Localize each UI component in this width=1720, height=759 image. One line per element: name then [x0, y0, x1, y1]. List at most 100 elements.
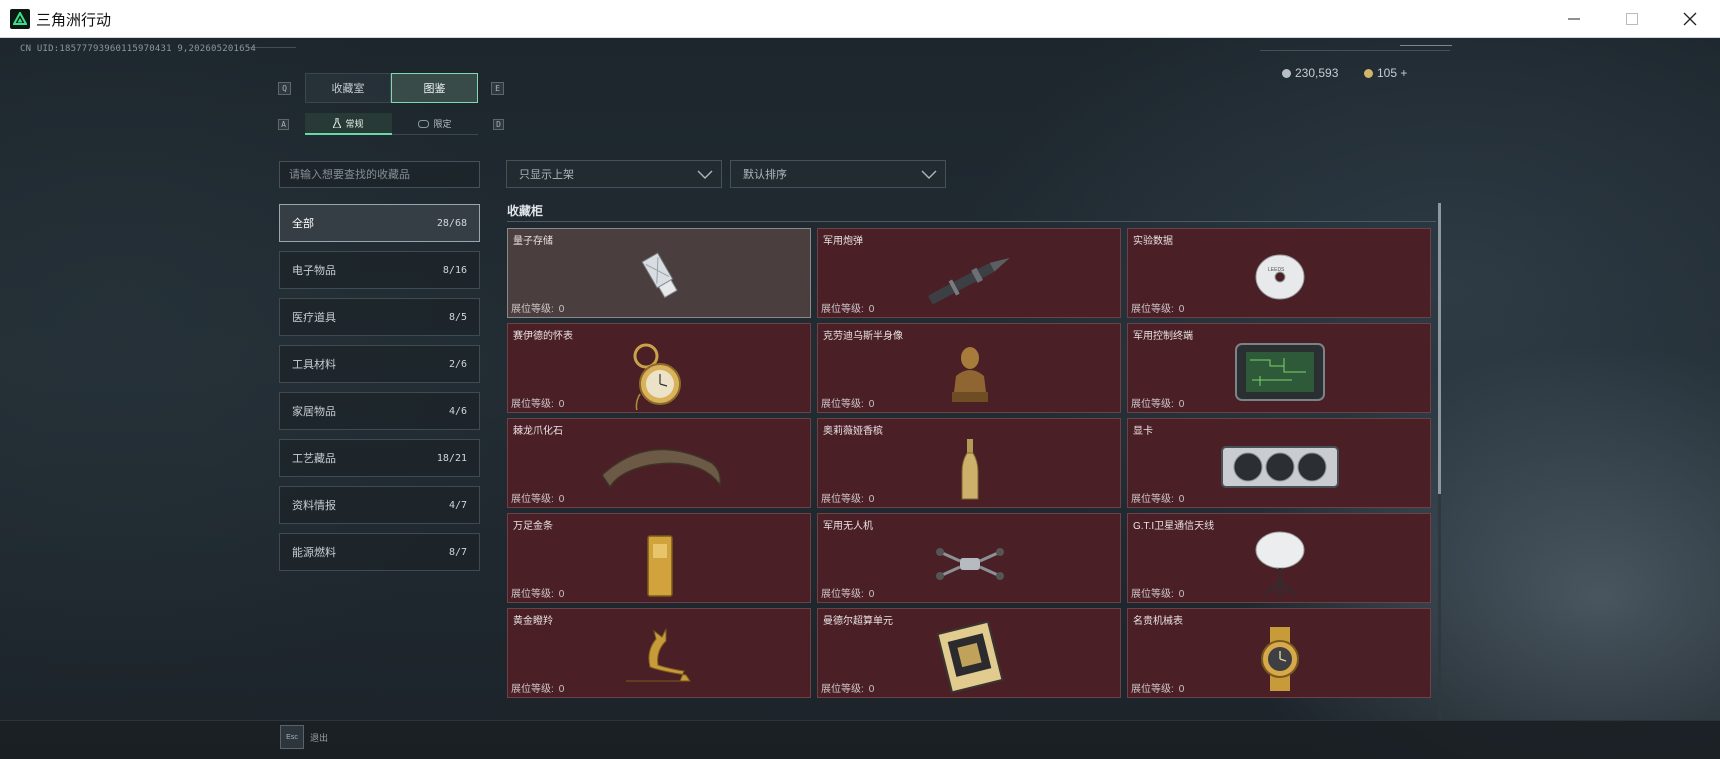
display-level-value: 0 [1178, 589, 1185, 600]
display-level-label: 展位等级: [1131, 304, 1174, 315]
display-level: 展位等级: 0 [821, 300, 874, 315]
disc-icon: LEEDS [1255, 254, 1305, 300]
category-item[interactable]: 资料情报 4/7 [279, 486, 480, 524]
category-item[interactable]: 工艺藏品 18/21 [279, 439, 480, 477]
collection-item-name: 军用炮弹 [823, 236, 863, 247]
category-label: 全部 [292, 218, 314, 230]
display-level: 展位等级: 0 [1131, 680, 1184, 695]
shelf-filter-dropdown[interactable]: 只显示上架 [506, 160, 722, 188]
maximize-icon [1626, 13, 1638, 25]
next-tab-key[interactable]: E [491, 82, 504, 95]
display-level-label: 展位等级: [1131, 684, 1174, 695]
next-subtab-key[interactable]: D [493, 119, 504, 130]
satellite-dish-icon [1255, 531, 1305, 596]
display-level-label: 展位等级: [511, 399, 554, 410]
display-level-label: 展位等级: [511, 589, 554, 600]
collection-item-name: 万足金条 [513, 521, 553, 532]
category-item[interactable]: 电子物品 8/16 [279, 251, 480, 289]
chevron-down-icon [921, 170, 937, 179]
display-level: 展位等级: 0 [821, 680, 874, 695]
category-label: 电子物品 [292, 265, 336, 277]
collection-item[interactable]: 棘龙爪化石展位等级: 0 [507, 418, 811, 508]
category-item[interactable]: 家居物品 4/6 [279, 392, 480, 430]
collection-item[interactable]: 克劳迪乌斯半身像 展位等级: 0 [817, 323, 1121, 413]
collection-item[interactable]: 万足金条展位等级: 0 [507, 513, 811, 603]
collection-item[interactable]: 军用炮弹展位等级: 0 [817, 228, 1121, 318]
exit-label: 退出 [310, 732, 329, 743]
silver-currency: 230,593 [1282, 66, 1338, 80]
claw-fossil-icon [601, 448, 722, 489]
collection-item[interactable]: 量子存储 展位等级: 0 [507, 228, 811, 318]
category-item[interactable]: 医疗道具 8/5 [279, 298, 480, 336]
tab-codex[interactable]: 图鉴 [391, 73, 478, 103]
cabinet-divider [507, 221, 1436, 222]
collection-item[interactable]: G.T.I卫星通信天线 展位等级: 0 [1127, 513, 1431, 603]
collection-grid: 量子存储 展位等级: 0 军用炮弹 展位等级: 0 实验数据 LEEDS 展位等级: 0 赛伊德的怀… [507, 228, 1432, 732]
category-count: 8/5 [448, 311, 467, 323]
display-level: 展位等级: 0 [1131, 300, 1184, 315]
category-count: 4/7 [448, 499, 467, 511]
subtab-limited[interactable]: 限定 [392, 113, 478, 135]
cpu-unit-icon [936, 620, 1004, 694]
champagne-icon [961, 439, 979, 500]
display-level-label: 展位等级: [1131, 589, 1174, 600]
category-count: 18/21 [436, 452, 467, 464]
window-title: 三角洲行动 [36, 11, 112, 29]
collection-item-name: 曼德尔超算单元 [823, 616, 893, 627]
collection-item[interactable]: 实验数据 LEEDS 展位等级: 0 [1127, 228, 1431, 318]
display-level: 展位等级: 0 [1131, 585, 1184, 600]
collection-item-name: 实验数据 [1133, 236, 1173, 247]
prev-tab-key[interactable]: Q [278, 82, 291, 95]
grid-scrollbar-thumb[interactable] [1438, 203, 1441, 494]
collection-item[interactable]: 军用控制终端展位等级: 0 [1127, 323, 1431, 413]
collection-item[interactable]: 赛伊德的怀表 展位等级: 0 [507, 323, 811, 413]
category-item[interactable]: 能源燃料 8/7 [279, 533, 480, 571]
category-count: 8/16 [442, 264, 467, 276]
category-label: 家居物品 [292, 406, 336, 418]
display-level: 展位等级: 0 [1131, 395, 1184, 410]
collection-item-name: 量子存储 [513, 236, 553, 247]
collection-item-name: 军用控制终端 [1133, 331, 1193, 342]
collection-item[interactable]: 军用无人机 展位等级: 0 [817, 513, 1121, 603]
chevron-down-icon [697, 170, 713, 179]
collection-item[interactable]: 名贵机械表 展位等级: 0 [1127, 608, 1431, 698]
display-level-value: 0 [558, 589, 565, 600]
close-button[interactable] [1660, 0, 1720, 38]
wristwatch-icon [1261, 627, 1299, 691]
gold-currency[interactable]: 105 + [1364, 66, 1407, 80]
prev-subtab-key[interactable]: A [278, 119, 289, 130]
display-level-value: 0 [1178, 684, 1185, 695]
gold-amount: 105 + [1377, 66, 1408, 80]
minimize-button[interactable] [1544, 0, 1604, 38]
svg-text:LEEDS: LEEDS [1268, 267, 1285, 273]
display-level-value: 0 [1178, 494, 1185, 505]
sort-dropdown[interactable]: 默认排序 [730, 160, 946, 188]
exit-button[interactable]: Esc 退出 [280, 725, 328, 749]
silver-coin-icon [1282, 68, 1291, 78]
collection-item[interactable]: 奥莉薇娅香槟 展位等级: 0 [817, 418, 1121, 508]
drone-icon [936, 548, 1004, 580]
maximize-button[interactable] [1602, 0, 1662, 38]
collection-item[interactable]: 显卡 展位等级: 0 [1127, 418, 1431, 508]
game-viewport: CN UID:18577793960115970431 9,2026052016… [0, 38, 1720, 759]
category-item[interactable]: 全部 28/68 [279, 204, 480, 242]
gold-coin-icon [1364, 68, 1373, 78]
tab-collection-room[interactable]: 收藏室 [305, 73, 391, 103]
collection-item-name: 棘龙爪化石 [513, 426, 563, 437]
collection-search-input[interactable] [279, 161, 480, 188]
display-level-value: 0 [868, 684, 875, 695]
display-level-value: 0 [868, 304, 875, 315]
category-label: 工艺藏品 [292, 453, 336, 465]
display-level-value: 0 [1178, 399, 1185, 410]
usb-drive-icon [641, 252, 678, 299]
category-label: 能源燃料 [292, 547, 336, 559]
display-level: 展位等级: 0 [1131, 490, 1184, 505]
collection-item[interactable]: 曼德尔超算单元展位等级: 0 [817, 608, 1121, 698]
display-level: 展位等级: 0 [511, 490, 564, 505]
controller-icon [418, 119, 430, 128]
subtab-regular[interactable]: 常规 [305, 113, 392, 135]
display-level-label: 展位等级: [821, 399, 864, 410]
collection-item[interactable]: 黄金瞪羚 展位等级: 0 [507, 608, 811, 698]
category-item[interactable]: 工具材料 2/6 [279, 345, 480, 383]
category-label: 工具材料 [292, 359, 336, 371]
